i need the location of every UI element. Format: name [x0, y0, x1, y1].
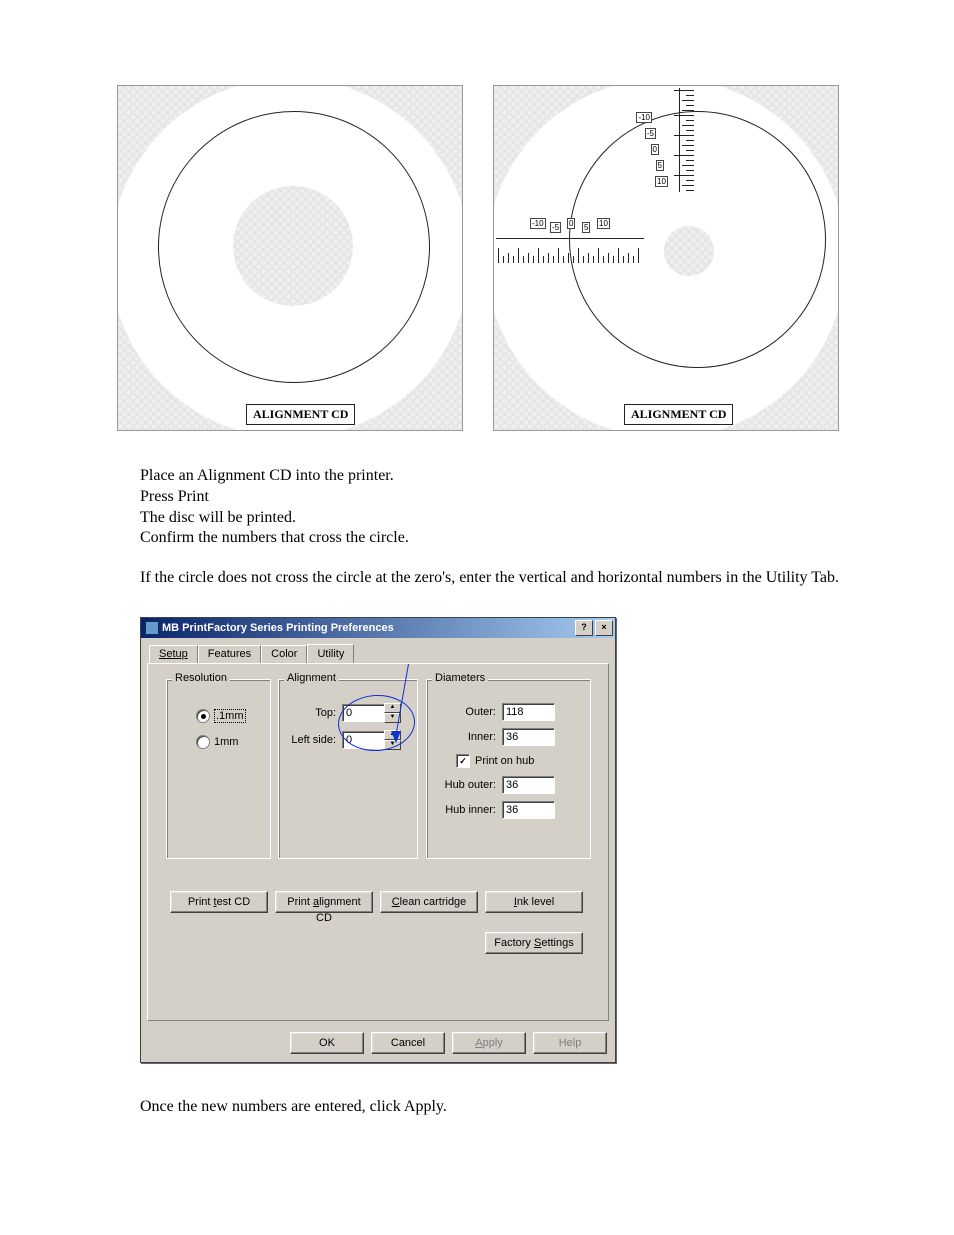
ruler-tick-label: -10 [636, 112, 652, 123]
dialog-titlebar: MB PrintFactory Series Printing Preferen… [141, 618, 615, 638]
ruler-tick-label: 10 [597, 218, 610, 229]
print-alignment-cd-button[interactable]: Print alignment CD [275, 891, 373, 913]
close-button[interactable]: × [595, 620, 613, 636]
print-on-hub-label: Print on hub [475, 755, 534, 767]
ok-button[interactable]: OK [290, 1032, 364, 1054]
utility-tab-body: Resolution .1mm 1mm [147, 663, 609, 1021]
alignment-cd-right: -10 -5 0 5 10 [493, 85, 839, 431]
print-test-cd-button[interactable]: Print test CD [170, 891, 268, 913]
outer-label: Outer: [434, 706, 502, 718]
app-icon [145, 621, 159, 635]
outer-input[interactable]: 118 [502, 703, 555, 721]
cd-hub [664, 226, 714, 276]
instruction-line: Press Print [140, 487, 954, 508]
alignment-cd-left: ALIGNMENT CD [117, 85, 463, 431]
ruler-tick-label: 5 [656, 160, 664, 171]
hub-outer-label: Hub outer: [434, 779, 502, 791]
cancel-button[interactable]: Cancel [371, 1032, 445, 1054]
resolution-radio-1mm[interactable]: 1mm [196, 735, 246, 749]
clean-cartridge-button[interactable]: Clean cartridge [380, 891, 478, 913]
factory-settings-button[interactable]: Factory Settings [485, 932, 583, 954]
cd-label: ALIGNMENT CD [246, 404, 355, 425]
tab-color[interactable]: Color [261, 645, 307, 664]
ruler-tick-label: 0 [567, 218, 575, 229]
note-line: If the circle does not cross the circle … [140, 569, 954, 587]
ink-level-button[interactable]: Ink level [485, 891, 583, 913]
ruler-tick-label: -10 [530, 218, 546, 229]
tab-features[interactable]: Features [198, 645, 261, 664]
resolution-legend: Resolution [172, 672, 230, 684]
printing-preferences-dialog: MB PrintFactory Series Printing Preferen… [140, 617, 616, 1063]
ruler-tick-label: -5 [645, 128, 656, 139]
alignment-top-label: Top: [286, 707, 342, 719]
resolution-radio-01mm[interactable]: .1mm [196, 709, 246, 723]
print-on-hub-checkbox[interactable]: ✓ [456, 754, 470, 768]
tab-setup[interactable]: Setup [149, 645, 198, 664]
ruler-tick-label: 10 [655, 176, 668, 187]
tab-utility[interactable]: Utility [307, 644, 354, 663]
alignment-legend: Alignment [284, 672, 339, 684]
ruler-horizontal: -10 -5 0 5 10 [494, 218, 644, 263]
help-button[interactable]: Help [533, 1032, 607, 1054]
dialog-actions: OK Cancel Apply Help [141, 1027, 615, 1062]
hub-inner-input[interactable]: 36 [502, 801, 555, 819]
alignment-left-label: Left side: [286, 734, 342, 746]
instruction-line: The disc will be printed. [140, 508, 954, 529]
inner-input[interactable]: 36 [502, 728, 555, 746]
instruction-line: Place an Alignment CD into the printer. [140, 466, 954, 487]
help-button-titlebar[interactable]: ? [575, 620, 593, 636]
cd-hub [233, 186, 353, 306]
diameters-legend: Diameters [432, 672, 488, 684]
ruler-tick-label: -5 [550, 222, 561, 233]
dialog-title: MB PrintFactory Series Printing Preferen… [162, 622, 394, 634]
apply-button[interactable]: Apply [452, 1032, 526, 1054]
hub-inner-label: Hub inner: [434, 804, 502, 816]
inner-label: Inner: [434, 731, 502, 743]
final-instruction: Once the new numbers are entered, click … [140, 1098, 954, 1116]
tab-strip: Setup Features Color Utility [141, 638, 615, 663]
instruction-line: Confirm the numbers that cross the circl… [140, 528, 954, 549]
instructions-block: Place an Alignment CD into the printer. … [140, 466, 954, 549]
cd-label: ALIGNMENT CD [624, 404, 733, 425]
hub-outer-input[interactable]: 36 [502, 776, 555, 794]
ruler-vertical: -10 -5 0 5 10 [644, 86, 694, 196]
cd-illustrations-row: ALIGNMENT CD -10 -5 0 5 10 [117, 85, 954, 431]
ruler-tick-label: 5 [582, 222, 590, 233]
ruler-tick-label: 0 [651, 144, 659, 155]
